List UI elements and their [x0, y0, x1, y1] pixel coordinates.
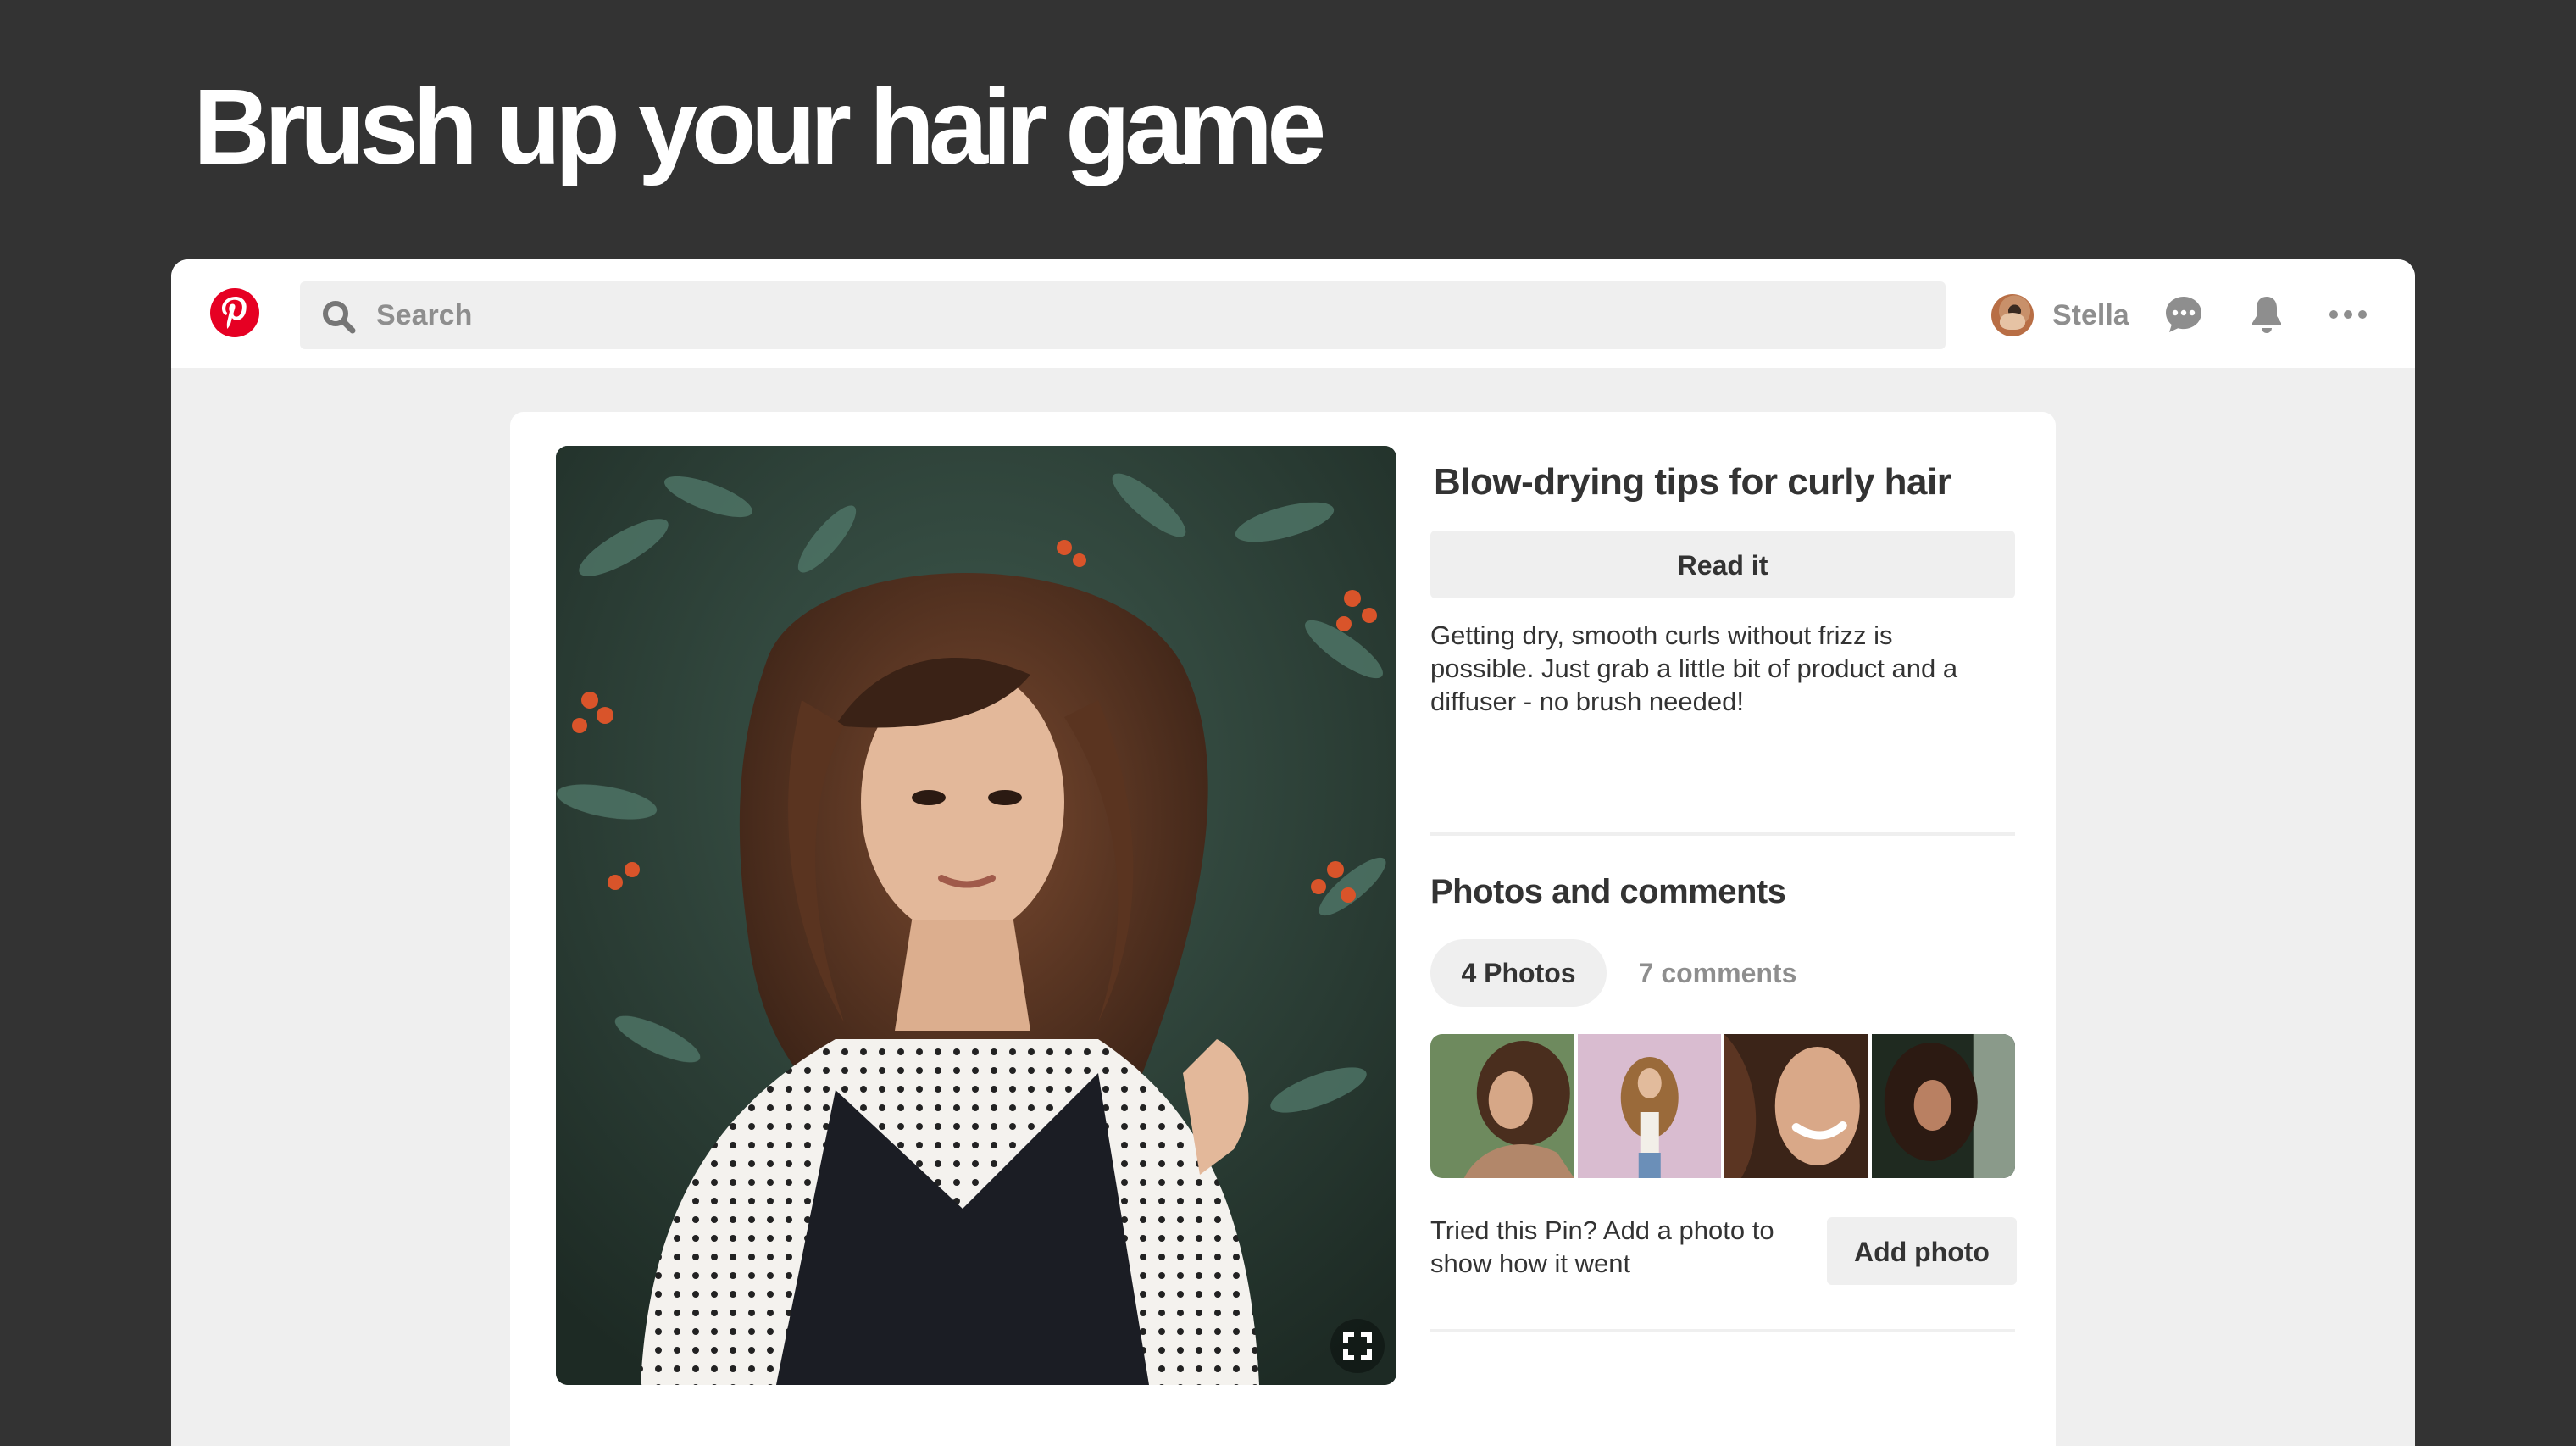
expand-icon	[1343, 1332, 1372, 1360]
avatar[interactable]	[1991, 294, 2034, 336]
pinterest-logo-icon[interactable]	[210, 288, 259, 337]
top-navigation-bar: Stella	[171, 259, 2415, 368]
photos-comments-heading: Photos and comments	[1430, 873, 1786, 910]
pin-description: Getting dry, smooth curls without frizz …	[1430, 620, 1958, 716]
read-it-button[interactable]: Read it	[1430, 531, 2015, 598]
expand-image-button[interactable]	[1330, 1319, 1385, 1373]
divider	[1430, 832, 2015, 836]
search-icon	[323, 301, 356, 334]
tried-photos-strip	[1430, 1034, 2015, 1178]
user-profile-link[interactable]: Stella	[1991, 293, 2129, 337]
search-input[interactable]	[376, 281, 1918, 349]
tried-photo-thumbnail[interactable]	[1430, 1034, 1574, 1178]
user-name[interactable]: Stella	[2052, 299, 2129, 332]
search-bar[interactable]	[300, 281, 1946, 349]
tried-photo-thumbnail[interactable]	[1577, 1034, 1721, 1178]
app-window: Stella	[171, 259, 2415, 1446]
pin-closeup-card: Blow-drying tips for curly hair Read it …	[510, 412, 2056, 1446]
page-headline: Brush up your hair game	[193, 67, 1326, 186]
tried-pin-prompt: Tried this Pin? Add a photo to show how …	[1430, 1215, 1774, 1278]
tab-photos[interactable]: 4 Photos	[1430, 939, 1607, 1007]
add-photo-button[interactable]: Add photo	[1827, 1217, 2017, 1285]
pin-photo	[556, 446, 1396, 1385]
divider	[1430, 1329, 2015, 1332]
pin-image[interactable]	[556, 446, 1396, 1385]
notifications-bell-icon[interactable]	[2246, 293, 2288, 336]
tried-photo-thumbnail[interactable]	[1724, 1034, 1868, 1178]
tried-photo-thumbnail[interactable]	[1871, 1034, 2015, 1178]
more-options-icon[interactable]	[2327, 293, 2369, 336]
pin-title[interactable]: Blow-drying tips for curly hair	[1434, 461, 1951, 503]
tab-comments[interactable]: 7 comments	[1607, 939, 1829, 1007]
messages-icon[interactable]	[2162, 293, 2205, 336]
